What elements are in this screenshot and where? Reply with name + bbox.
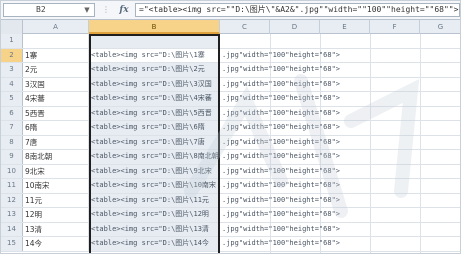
column-header-f[interactable]: F xyxy=(370,20,420,34)
cell-c-overflow[interactable]: .jpg"width="100"height="68"> xyxy=(220,237,460,251)
formula-bar: B2 ▼ ⋮ fx ="<table><img src=""D:\图片\"&A2… xyxy=(1,1,460,20)
column-header-d[interactable]: D xyxy=(270,20,320,34)
table-row: 3 2元 <table><img src="D:\图片\2元 .jpg"width="… xyxy=(1,63,460,78)
row-header[interactable]: 14 xyxy=(1,222,23,236)
table-row: 1 xyxy=(1,34,460,49)
column-header-e[interactable]: E xyxy=(320,20,370,34)
cell-c-overflow[interactable]: .jpg"width="100"height="68"> xyxy=(220,194,460,208)
row-header[interactable]: 13 xyxy=(1,208,23,222)
cell-a[interactable]: 13清 xyxy=(23,222,89,236)
row-header[interactable]: 7 xyxy=(1,121,23,135)
cell-b[interactable]: <table><img src="D:\图片\13清 xyxy=(89,222,220,236)
cell-c-overflow[interactable] xyxy=(220,34,460,48)
spreadsheet-window: B2 ▼ ⋮ fx ="<table><img src=""D:\图片\"&A2… xyxy=(0,0,461,254)
row-header[interactable]: 15 xyxy=(1,237,23,251)
table-row: 4 3汉国 <table><img src="D:\图片\3汉国 .jpg"width… xyxy=(1,77,460,92)
cell-a[interactable]: 6隋 xyxy=(23,121,89,135)
cell-b[interactable]: <table><img src="D:\图片\2元 xyxy=(89,63,220,77)
row-header[interactable]: 2 xyxy=(1,48,23,62)
cell-b[interactable]: <table><img src="D:\图片\11元 xyxy=(89,193,220,207)
cell-b[interactable]: <table><img src="D:\图片\8南北朝 xyxy=(89,150,220,164)
cell-c-overflow[interactable]: .jpg"width="100"height="68"> xyxy=(220,136,460,150)
cell-a[interactable]: 2元 xyxy=(23,63,89,77)
cell-b[interactable]: <table><img src="D:\图片\12明 xyxy=(89,208,220,222)
cell-grid: 1 2 1寨 <table><img src="D:\图片\1寨 .jpg"width=… xyxy=(1,34,460,253)
row-header[interactable]: 3 xyxy=(1,63,23,77)
cell-c-overflow[interactable]: .jpg"width="100"height="68"> xyxy=(220,208,460,222)
cell-a[interactable]: 8南北朝 xyxy=(23,150,89,164)
row-header[interactable]: 8 xyxy=(1,135,23,149)
name-box[interactable]: B2 xyxy=(3,3,95,17)
table-row: 9 8南北朝 <table><img src="D:\图片\8南北朝 .jpg"wid… xyxy=(1,150,460,165)
row-header[interactable]: 12 xyxy=(1,193,23,207)
table-row: 11 10南宋 <table><img src="D:\图片\10南宋 .jpg"wi… xyxy=(1,179,460,194)
cell-c-overflow[interactable]: .jpg"width="100"height="68"> xyxy=(220,165,460,179)
insert-function-icon[interactable]: fx xyxy=(116,4,132,16)
cell-a[interactable]: 4宋蕃 xyxy=(23,92,89,106)
cell-a[interactable]: 10南宋 xyxy=(23,179,89,193)
cell-c-overflow[interactable]: .jpg"width="100"height="68"> xyxy=(220,63,460,77)
cell-b[interactable]: <table><img src="D:\图片\6隋 xyxy=(89,121,220,135)
row-header[interactable]: 4 xyxy=(1,77,23,91)
column-header-c[interactable]: C xyxy=(220,20,270,34)
formula-input[interactable]: ="<table><img src=""D:\图片\"&A2&".jpg""wi… xyxy=(135,3,460,17)
row-header[interactable]: 5 xyxy=(1,92,23,106)
table-row: 14 13清 <table><img src="D:\图片\13清 .jpg"widt… xyxy=(1,222,460,237)
cell-b[interactable]: <table><img src="D:\图片\4宋蕃 xyxy=(89,92,220,106)
table-row: 6 5西晋 <table><img src="D:\图片\5西晋 .jpg"width… xyxy=(1,106,460,121)
cell-a[interactable]: 7唐 xyxy=(23,135,89,149)
column-header-row: A B C D E F G xyxy=(1,20,460,34)
cell-b[interactable]: <table><img src="D:\图片\1寨 xyxy=(89,48,220,62)
row-header[interactable]: 10 xyxy=(1,164,23,178)
row-header[interactable]: 6 xyxy=(1,106,23,120)
table-row: 12 11元 <table><img src="D:\图片\11元 .jpg"widt… xyxy=(1,193,460,208)
row-header[interactable]: 11 xyxy=(1,179,23,193)
cell-a[interactable]: 14今 xyxy=(23,237,89,251)
cell-c-overflow[interactable]: .jpg"width="100"height="68"> xyxy=(220,49,460,63)
separator-icon: ⋮ xyxy=(102,5,110,14)
cell-b[interactable]: <table><img src="D:\图片\10南宋 xyxy=(89,179,220,193)
cell-b[interactable]: <table><img src="D:\图片\14今 xyxy=(89,237,220,251)
cell-c-overflow[interactable]: .jpg"width="100"height="68"> xyxy=(220,179,460,193)
table-row: 8 7唐 <table><img src="D:\图片\7唐 .jpg"width="… xyxy=(1,135,460,150)
cell-a[interactable]: 12明 xyxy=(23,208,89,222)
cell-b[interactable]: <table><img src="D:\图片\5西晋 xyxy=(89,106,220,120)
cell-a[interactable]: 9北宋 xyxy=(23,164,89,178)
table-row: 15 14今 <table><img src="D:\图片\14今 .jpg"widt… xyxy=(1,237,460,252)
select-all-corner[interactable] xyxy=(1,20,23,34)
table-row: 7 6隋 <table><img src="D:\图片\6隋 .jpg"width="… xyxy=(1,121,460,136)
column-header-b[interactable]: B xyxy=(89,20,220,34)
cell-c-overflow[interactable]: .jpg"width="100"height="68"> xyxy=(220,107,460,121)
table-row: 5 4宋蕃 <table><img src="D:\图片\4宋蕃 .jpg"width… xyxy=(1,92,460,107)
cell-c-overflow[interactable]: .jpg"width="100"height="68"> xyxy=(220,121,460,135)
table-row: 2 1寨 <table><img src="D:\图片\1寨 .jpg"width="… xyxy=(1,48,460,63)
table-row: 13 12明 <table><img src="D:\图片\12明 .jpg"widt… xyxy=(1,208,460,223)
cell-c-overflow[interactable]: .jpg"width="100"height="68"> xyxy=(220,150,460,164)
cell-b[interactable]: <table><img src="D:\图片\7唐 xyxy=(89,135,220,149)
cell-b[interactable]: <table><img src="D:\图片\9北宋 xyxy=(89,164,220,178)
row-header[interactable]: 9 xyxy=(1,150,23,164)
cell-c-overflow[interactable]: .jpg"width="100"height="68"> xyxy=(220,223,460,237)
cell-b[interactable] xyxy=(89,34,220,48)
table-row: 10 9北宋 <table><img src="D:\图片\9北宋 .jpg"widt… xyxy=(1,164,460,179)
row-header[interactable]: 1 xyxy=(1,34,23,48)
column-header-a[interactable]: A xyxy=(23,20,89,34)
cell-a[interactable]: 5西晋 xyxy=(23,106,89,120)
cell-a[interactable] xyxy=(23,34,89,48)
cell-a[interactable]: 3汉国 xyxy=(23,77,89,91)
cell-a[interactable]: 1寨 xyxy=(23,48,89,62)
cell-c-overflow[interactable]: .jpg"width="100"height="68"> xyxy=(220,78,460,92)
column-header-g[interactable]: G xyxy=(420,20,460,34)
cell-a[interactable]: 11元 xyxy=(23,193,89,207)
chevron-down-icon[interactable]: ▼ xyxy=(83,5,91,15)
cell-c-overflow[interactable]: .jpg"width="100"height="68"> xyxy=(220,92,460,106)
cell-b[interactable]: <table><img src="D:\图片\3汉国 xyxy=(89,77,220,91)
